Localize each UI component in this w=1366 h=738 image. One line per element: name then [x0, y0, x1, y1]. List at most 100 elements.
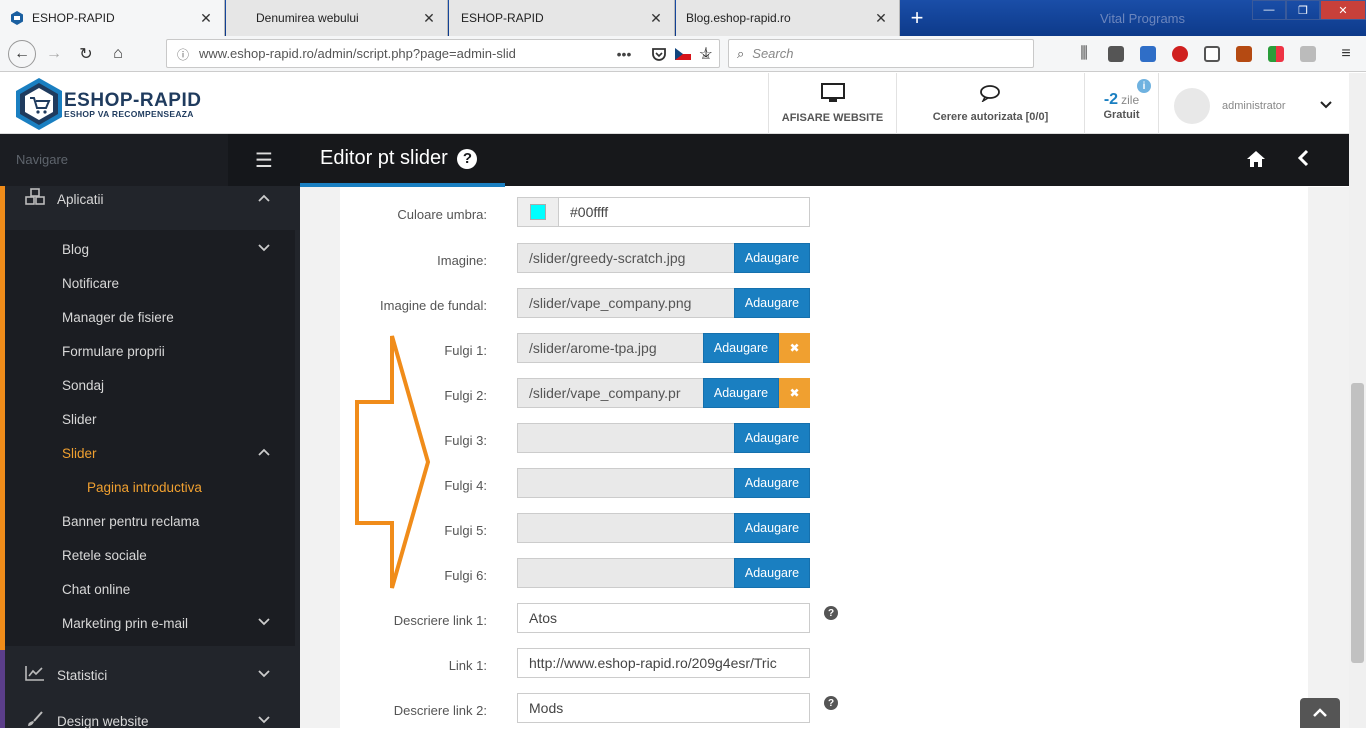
remove-flakes-1-button[interactable]: ✖: [779, 333, 810, 363]
sidebar-item-label: Sondaj: [62, 377, 105, 393]
scrollbar-thumb[interactable]: [1351, 383, 1364, 663]
view-website-button[interactable]: AFISARE WEBSITE: [768, 73, 896, 134]
background-image-input[interactable]: /slider/vape_company.png: [517, 288, 735, 318]
avatar[interactable]: [1174, 88, 1210, 124]
add-flakes-6-button[interactable]: Adaugare: [734, 558, 810, 588]
more-dots-icon[interactable]: •••: [617, 46, 643, 62]
sidebar-item-slider[interactable]: Slider: [0, 402, 300, 436]
close-window-button[interactable]: ✕: [1320, 0, 1366, 20]
help-icon[interactable]: ?: [824, 606, 838, 620]
add-flakes-5-button[interactable]: Adaugare: [734, 513, 810, 543]
back-arrow-icon[interactable]: ←: [8, 40, 36, 68]
flakes-3-input[interactable]: [517, 423, 735, 453]
link-1-description-label: Descriere link 1:: [393, 613, 487, 628]
tab-title: Denumirea webului: [256, 11, 359, 25]
chevron-down-icon[interactable]: [1320, 97, 1332, 112]
cubes-icon: [24, 187, 46, 211]
ublock-icon[interactable]: [1108, 46, 1124, 62]
chevron-up-icon: [258, 193, 270, 205]
add-background-button[interactable]: Adaugare: [734, 288, 810, 318]
help-icon[interactable]: ?: [824, 696, 838, 710]
close-tab-icon[interactable]: ✕: [198, 10, 214, 27]
forward-arrow-icon[interactable]: →: [42, 42, 66, 66]
sidebar-item-slider-active[interactable]: Slider: [0, 436, 300, 470]
sidebar-item-manager-fisiere[interactable]: Manager de fisiere: [0, 300, 300, 334]
translate-icon[interactable]: [1140, 46, 1156, 62]
close-tab-icon[interactable]: ✕: [421, 10, 437, 27]
sidebar-item-chat-online[interactable]: Chat online: [0, 572, 300, 606]
hamburger-menu-icon[interactable]: ☰: [228, 134, 300, 186]
pocket-icon[interactable]: [651, 46, 667, 62]
sidebar-item-notificare[interactable]: Notificare: [0, 266, 300, 300]
sidebar-item-aplicatii[interactable]: Aplicatii: [0, 182, 300, 216]
admin-name[interactable]: administrator: [1222, 100, 1286, 112]
shield-favicon-icon: [11, 11, 23, 25]
scroll-to-top-button[interactable]: [1300, 698, 1340, 728]
sidebar-item-label: Statistici: [57, 667, 108, 683]
extension-book-icon[interactable]: [1300, 46, 1316, 62]
sidebar-item-marketing[interactable]: Marketing prin e-mail: [0, 606, 300, 640]
new-tab-button[interactable]: +: [902, 0, 932, 36]
page-scrollbar[interactable]: [1349, 73, 1366, 728]
library-icon[interactable]: ⫼: [1072, 42, 1096, 66]
sidebar-item-formulare[interactable]: Formulare proprii: [0, 334, 300, 368]
download-icon[interactable]: ⤓: [694, 42, 718, 66]
sidebar-item-banner[interactable]: Banner pentru reclama: [0, 504, 300, 538]
image-input[interactable]: /slider/greedy-scratch.jpg: [517, 243, 735, 273]
browser-tab-2[interactable]: Denumirea webului ✕: [226, 0, 448, 36]
link-1-description-input[interactable]: Atos: [517, 603, 810, 633]
days-value: -2: [1103, 90, 1119, 108]
reload-icon[interactable]: ↻: [74, 42, 98, 66]
sidebar-item-label: Chat online: [62, 581, 131, 597]
home-icon[interactable]: [1246, 150, 1266, 173]
sidebar-item-design-website[interactable]: Design website: [0, 704, 300, 738]
add-flakes-1-button[interactable]: Adaugare: [703, 333, 779, 363]
sidebar-item-blog[interactable]: Blog: [0, 232, 300, 266]
tab-title: ESHOP-RAPID: [32, 11, 115, 25]
add-flakes-2-button[interactable]: Adaugare: [703, 378, 779, 408]
remove-flakes-2-button[interactable]: ✖: [779, 378, 810, 408]
info-badge-icon[interactable]: i: [1137, 79, 1151, 93]
logo-cart-icon[interactable]: [14, 77, 64, 131]
shadow-color-input[interactable]: #00ffff: [558, 197, 810, 227]
browser-tab-3[interactable]: ESHOP-RAPID ✕: [449, 0, 675, 36]
flakes-5-input[interactable]: [517, 513, 735, 543]
browser-tab-4[interactable]: Blog.eshop-rapid.ro ✕: [676, 0, 900, 36]
maximize-button[interactable]: ❐: [1286, 0, 1320, 20]
link-2-description-input[interactable]: Mods: [517, 693, 810, 723]
sidebar-item-pagina-introductiva[interactable]: Pagina introductiva: [0, 470, 300, 504]
sidebar-item-label: Banner pentru reclama: [62, 513, 200, 529]
flakes-1-input[interactable]: /slider/arome-tpa.jpg: [517, 333, 704, 363]
add-flakes-4-button[interactable]: Adaugare: [734, 468, 810, 498]
sidebar-item-retele-sociale[interactable]: Retele sociale: [0, 538, 300, 572]
flakes-2-input[interactable]: /slider/vape_company.pr: [517, 378, 704, 408]
sidebar-item-sondaj[interactable]: Sondaj: [0, 368, 300, 402]
flakes-4-input[interactable]: [517, 468, 735, 498]
days-remaining[interactable]: i -2 zile Gratuit: [1084, 73, 1158, 134]
reader-icon[interactable]: [1204, 46, 1220, 62]
browser-tab-1[interactable]: ESHOP-RAPID ✕: [0, 0, 225, 36]
chevron-left-icon[interactable]: [1296, 148, 1310, 174]
link-1-input[interactable]: http://www.eshop-rapid.ro/209g4esr/Tric: [517, 648, 810, 678]
close-tab-icon[interactable]: ✕: [873, 10, 889, 27]
info-icon[interactable]: ⓘ: [177, 46, 189, 63]
search-input[interactable]: ⌕ Search: [728, 39, 1034, 68]
chevron-down-icon: [258, 243, 270, 255]
sidebar-item-statistici[interactable]: Statistici: [0, 658, 300, 692]
sidebar-item-label: Design website: [57, 713, 149, 729]
add-flakes-3-button[interactable]: Adaugare: [734, 423, 810, 453]
url-bar[interactable]: ⓘ www.eshop-rapid.ro/admin/script.php?pa…: [166, 39, 720, 68]
adblock-icon[interactable]: [1172, 46, 1188, 62]
close-tab-icon[interactable]: ✕: [648, 10, 664, 27]
menu-icon[interactable]: ≡: [1334, 42, 1358, 66]
add-image-button[interactable]: Adaugare: [734, 243, 810, 273]
extension-grid-icon[interactable]: [1268, 46, 1284, 62]
help-circle-icon[interactable]: ?: [457, 149, 478, 169]
minimize-button[interactable]: —: [1252, 0, 1286, 20]
auth-requests-button[interactable]: Cerere autorizata [0/0]: [896, 73, 1084, 134]
color-picker-button[interactable]: [517, 197, 559, 227]
sidebar-item-label: Formulare proprii: [62, 343, 165, 359]
flakes-6-input[interactable]: [517, 558, 735, 588]
home-icon[interactable]: ⌂: [106, 42, 130, 66]
extension-sun-icon[interactable]: [1236, 46, 1252, 62]
